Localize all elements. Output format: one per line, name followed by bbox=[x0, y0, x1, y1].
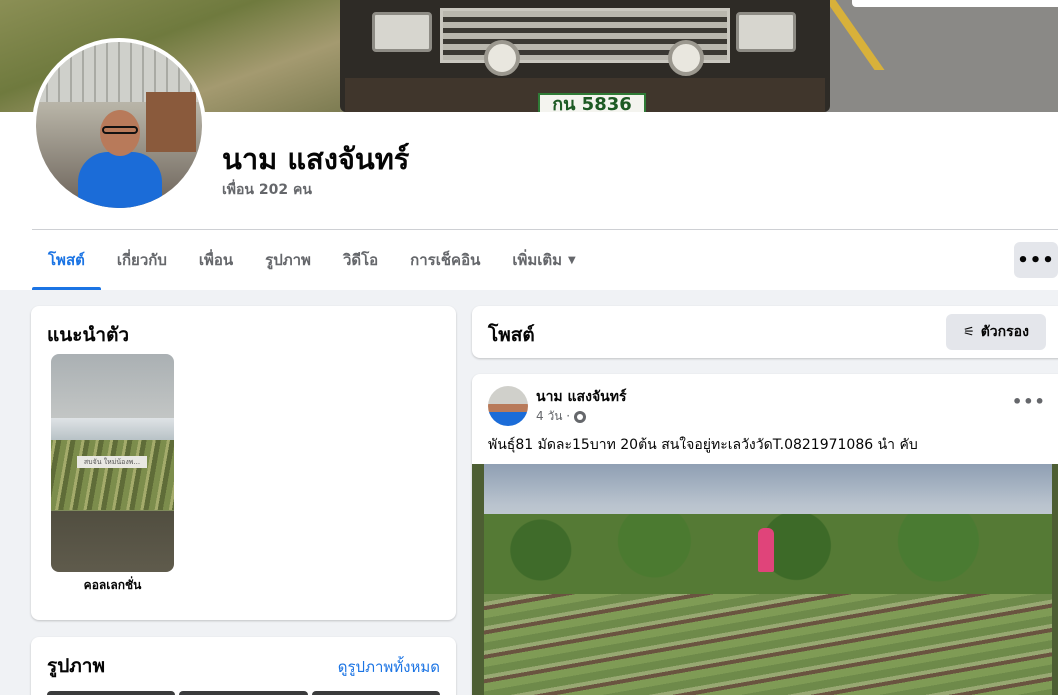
tab-friends[interactable]: เพื่อน bbox=[183, 230, 249, 290]
photos-title: รูปภาพ bbox=[47, 655, 105, 677]
post-photo-cut-stems bbox=[484, 594, 1052, 695]
globe-icon bbox=[574, 410, 587, 423]
photo-grid bbox=[47, 691, 440, 695]
collection-label[interactable]: คอลเลกชั่น bbox=[51, 576, 174, 595]
avatar-shelf bbox=[146, 92, 196, 152]
intro-title: แนะนำตัว bbox=[47, 324, 130, 346]
posts-title: โพสต์ bbox=[488, 324, 535, 346]
photo-thumb[interactable] bbox=[311, 691, 440, 695]
filter-label: ตัวกรอง bbox=[980, 324, 1029, 340]
post-photo[interactable] bbox=[472, 464, 1058, 695]
tab-videos-label: วิดีโอ bbox=[342, 251, 379, 269]
ellipsis-icon: ••• bbox=[1017, 249, 1055, 271]
profile-tabs: โพสต์ เกี่ยวกับ เพื่อน รูปภาพ วิดีโอ การ… bbox=[32, 230, 592, 290]
post-options-button[interactable]: ••• bbox=[1012, 392, 1046, 411]
cover-road bbox=[820, 0, 1058, 112]
profile-avatar[interactable] bbox=[32, 38, 206, 212]
cover-foglight-left bbox=[484, 40, 520, 76]
tab-friends-label: เพื่อน bbox=[198, 251, 234, 269]
collection-sky bbox=[51, 418, 174, 440]
cover-headlight-right bbox=[736, 12, 796, 52]
post-author-avatar[interactable] bbox=[488, 386, 528, 426]
see-all-photos-link[interactable]: ดูรูปภาพทั้งหมด bbox=[338, 655, 440, 679]
collection-sticker-text: สบจัน ใหม่น้องพ... bbox=[77, 456, 147, 468]
cover-foglight-right bbox=[668, 40, 704, 76]
friend-count-link[interactable]: เพื่อน 202 คน bbox=[222, 179, 312, 201]
filter-icon: ⚟ bbox=[963, 324, 975, 340]
cover-headlight-left bbox=[372, 12, 432, 52]
photos-card: รูปภาพ ดูรูปภาพทั้งหมด bbox=[31, 637, 456, 695]
cover-license-plate: กน 5836 bbox=[538, 93, 646, 112]
tab-checkins[interactable]: การเช็คอิน bbox=[394, 230, 496, 290]
top-search-bar-edge bbox=[852, 0, 1058, 7]
avatar-glasses bbox=[102, 126, 138, 134]
caret-down-icon: ▼ bbox=[568, 254, 576, 266]
post-photo-edge bbox=[1052, 464, 1058, 695]
featured-collection[interactable]: สบจัน ใหม่น้องพ... bbox=[51, 354, 174, 572]
post-photo-person bbox=[758, 528, 774, 572]
tab-more[interactable]: เพิ่มเติม ▼ bbox=[496, 230, 591, 290]
tab-photos-label: รูปภาพ bbox=[265, 251, 311, 269]
avatar-shirt bbox=[78, 152, 162, 208]
post-author-name[interactable]: นาม แสงจันทร์ bbox=[536, 386, 626, 408]
posts-header-card: โพสต์ ⚟ ตัวกรอง bbox=[472, 306, 1058, 358]
photo-thumb[interactable] bbox=[47, 691, 176, 695]
post-card: นาม แสงจันทร์ 4 วัน · ••• พันธุ์81 มัดละ… bbox=[472, 374, 1058, 695]
filter-button[interactable]: ⚟ ตัวกรอง bbox=[946, 314, 1046, 350]
tab-about[interactable]: เกี่ยวกับ bbox=[101, 230, 183, 290]
post-photo-frame bbox=[472, 464, 484, 695]
post-text: พันธุ์81 มัดละ15บาท 20ต้น สนใจอยู่ทะเลวั… bbox=[488, 437, 918, 453]
tab-videos[interactable]: วิดีโอ bbox=[327, 230, 394, 290]
profile-more-button[interactable]: ••• bbox=[1014, 242, 1058, 278]
avatar-photo bbox=[36, 42, 202, 208]
post-timestamp[interactable]: 4 วัน · bbox=[536, 407, 570, 426]
tab-photos[interactable]: รูปภาพ bbox=[249, 230, 327, 290]
tab-posts[interactable]: โพสต์ bbox=[32, 230, 101, 290]
tab-posts-label: โพสต์ bbox=[48, 251, 85, 269]
tab-checkins-label: การเช็คอิน bbox=[410, 251, 481, 269]
tab-more-label: เพิ่มเติม bbox=[512, 251, 563, 269]
photo-thumb[interactable] bbox=[179, 691, 308, 695]
profile-name: นาม แสงจันทร์ bbox=[222, 142, 410, 176]
post-meta: 4 วัน · bbox=[536, 407, 587, 426]
tab-about-label: เกี่ยวกับ bbox=[116, 251, 167, 269]
intro-card: แนะนำตัว สบจัน ใหม่น้องพ... คอลเลกชั่น bbox=[31, 306, 456, 620]
